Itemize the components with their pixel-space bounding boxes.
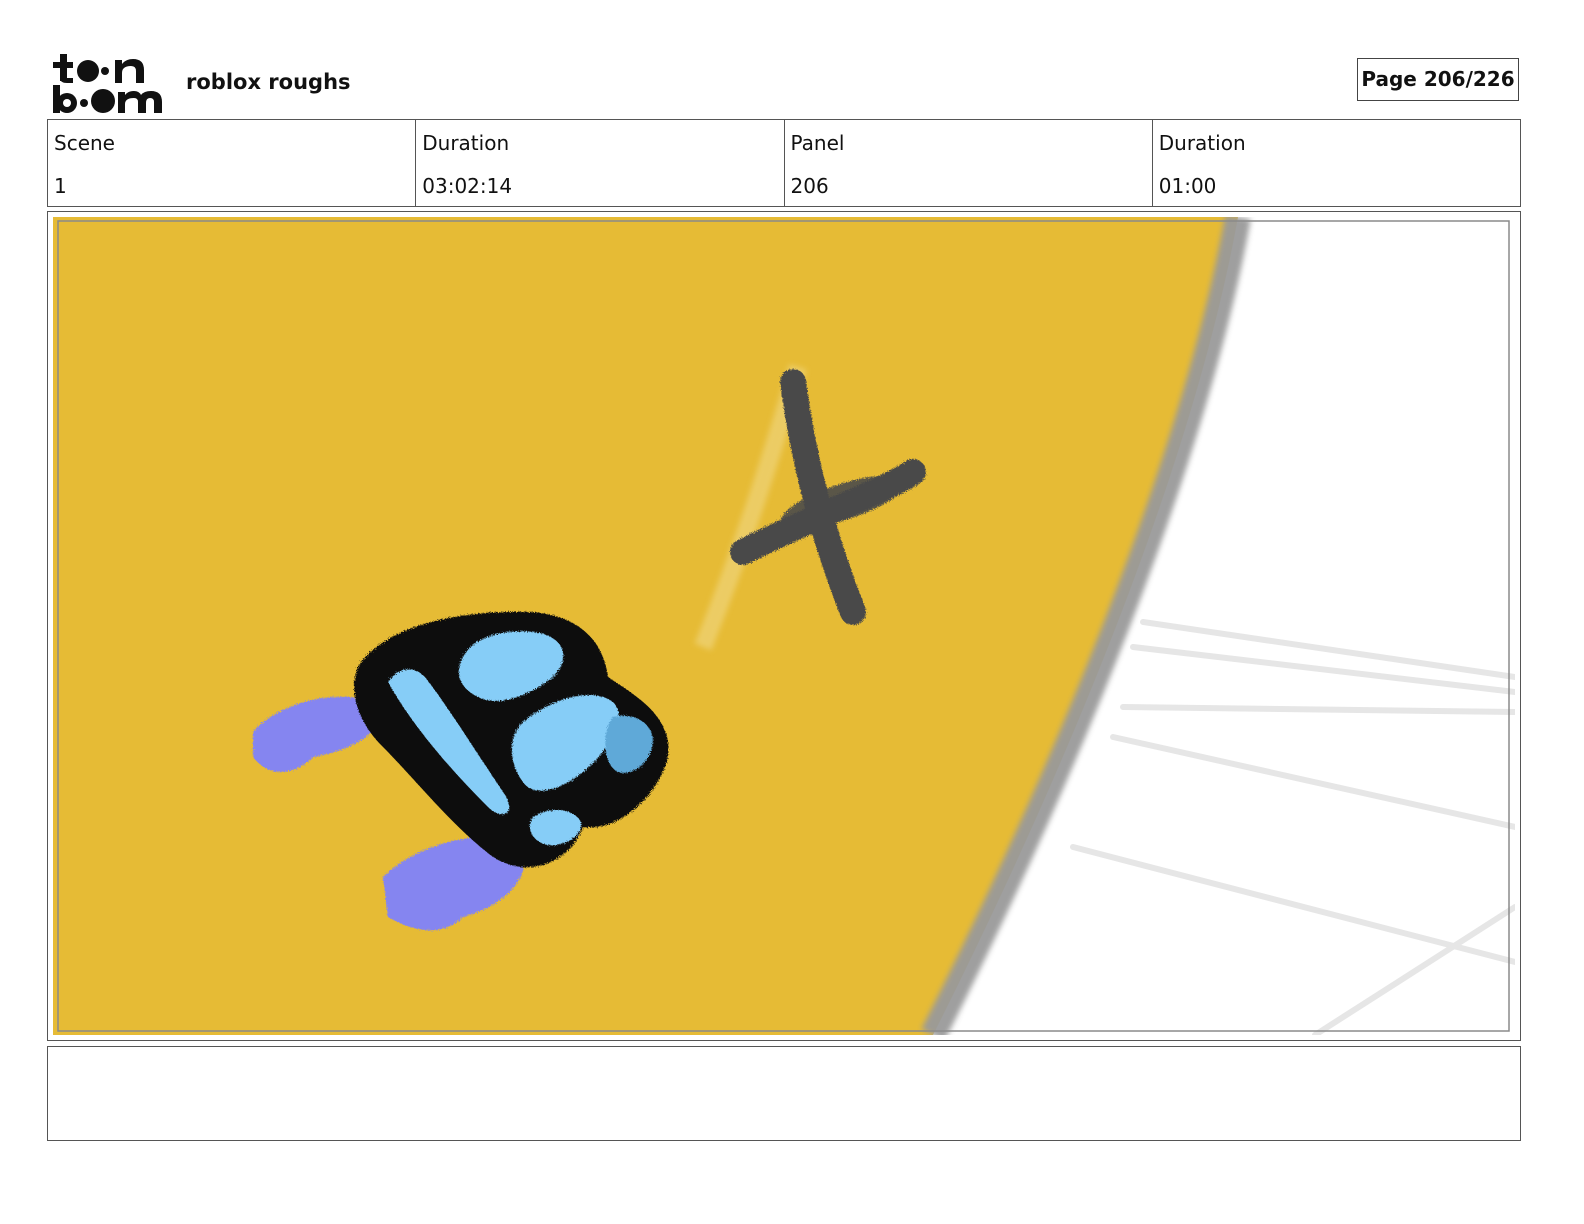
panel-drawing — [53, 217, 1515, 1035]
scene-duration-label: Duration — [422, 131, 510, 155]
scene-duration-cell: Duration 03:02:14 — [416, 120, 785, 206]
panel-duration-cell: Duration 01:00 — [1153, 120, 1520, 206]
info-table: Scene 1 Duration 03:02:14 Panel 206 Dura… — [47, 119, 1521, 207]
storyboard-panel-frame — [47, 211, 1521, 1041]
scene-label: Scene — [54, 131, 115, 155]
storyboard-panel-image — [53, 217, 1515, 1035]
scene-duration-value: 03:02:14 — [422, 174, 513, 198]
panel-duration-value: 01:00 — [1158, 174, 1217, 198]
panel-duration-label: Duration — [1158, 131, 1246, 155]
scene-cell: Scene 1 — [48, 120, 417, 206]
page-indicator: Page 206/226 — [1357, 58, 1519, 101]
project-title: roblox roughs — [186, 70, 351, 94]
toon-boom-logo-mark — [53, 54, 162, 113]
panel-cell: Panel 206 — [785, 120, 1153, 206]
toon-boom-logo — [50, 52, 166, 114]
panel-value: 206 — [790, 174, 829, 198]
scene-value: 1 — [54, 174, 67, 198]
panel-label: Panel — [790, 131, 845, 155]
panel-notes-box — [47, 1046, 1521, 1141]
